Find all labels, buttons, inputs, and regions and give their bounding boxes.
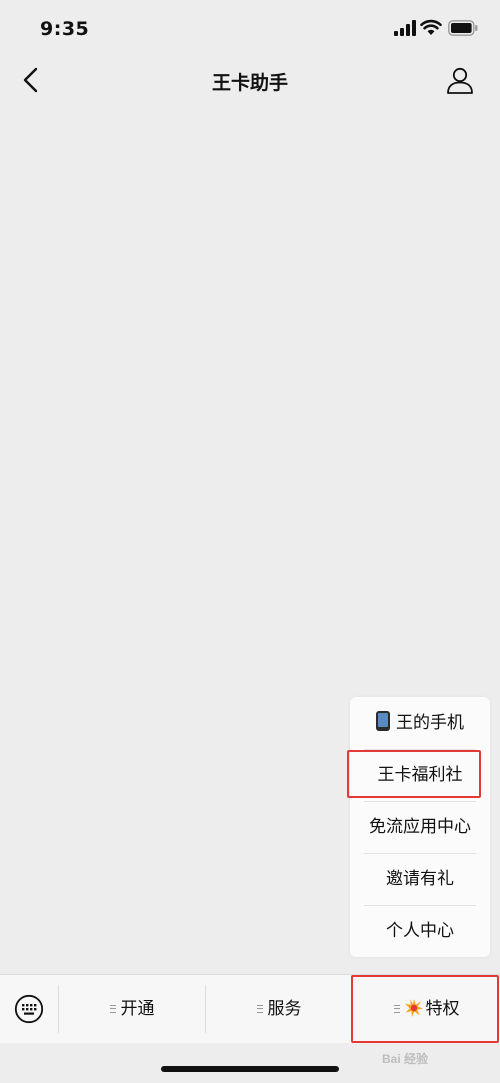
mobile-phone-icon (376, 711, 390, 731)
popup-item-wang-phone[interactable]: 王的手机 (350, 697, 490, 749)
menu-tab-label: 服务 (267, 999, 302, 1019)
menu-tab-privileges[interactable]: 特权 (353, 975, 500, 1043)
bottom-menu-bar: 开通 服务 特权 (0, 974, 500, 1043)
popup-item-label: 王的手机 (396, 713, 464, 733)
keyboard-icon (14, 994, 44, 1024)
status-time: 9:35 (40, 18, 90, 40)
collision-burst-icon (404, 999, 423, 1017)
keyboard-toggle-button[interactable] (0, 975, 58, 1043)
home-indicator (161, 1066, 339, 1072)
menu-tab-services[interactable]: 服务 (206, 975, 352, 1043)
menu-lines-icon (256, 1005, 263, 1013)
wifi-icon (420, 19, 442, 35)
popup-item-invite-gift[interactable]: 邀请有礼 (350, 853, 490, 905)
popup-item-wangka-welfare[interactable]: 王卡福利社 (350, 749, 490, 801)
menu-tab-activate[interactable]: 开通 (59, 975, 205, 1043)
page-title: 王卡助手 (211, 72, 288, 94)
profile-icon[interactable] (446, 66, 474, 94)
popup-submenu: 王的手机 王卡福利社 免流应用中心 邀请有礼 个人中心 (350, 697, 490, 957)
battery-icon (448, 20, 478, 36)
menu-lines-icon (393, 1005, 400, 1013)
popup-item-label: 免流应用中心 (369, 817, 471, 837)
cellular-signal-icon (394, 20, 416, 36)
popup-item-free-data-apps[interactable]: 免流应用中心 (350, 801, 490, 853)
menu-lines-icon (109, 1005, 116, 1013)
status-bar: 9:35 (0, 0, 500, 56)
menu-tab-label: 特权 (425, 999, 460, 1019)
popup-item-label: 王卡福利社 (377, 765, 463, 785)
popup-item-personal-center[interactable]: 个人中心 (350, 905, 490, 957)
watermark: Bai 经验 (382, 1052, 429, 1066)
nav-bar: 王卡助手 (0, 56, 500, 106)
popup-item-label: 邀请有礼 (386, 869, 454, 889)
menu-tab-label: 开通 (120, 999, 155, 1019)
popup-item-label: 个人中心 (386, 921, 454, 941)
